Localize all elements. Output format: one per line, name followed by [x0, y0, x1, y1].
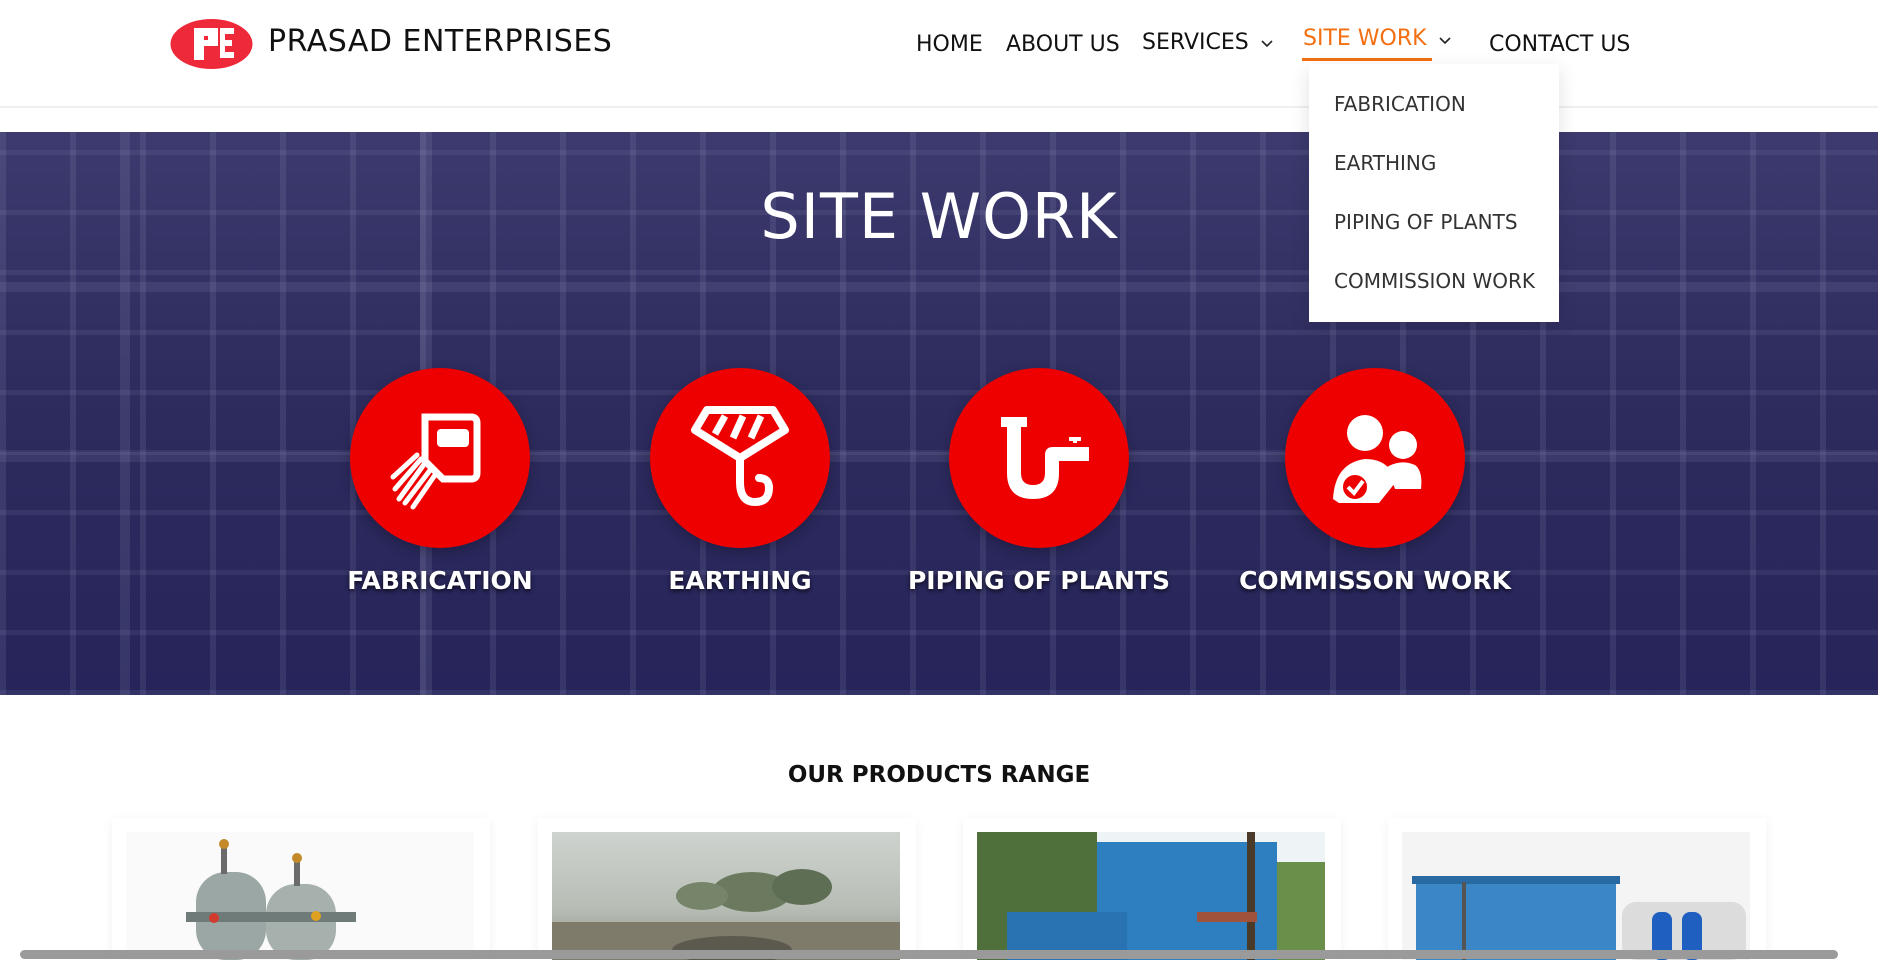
service-card-earthing: EARTHING — [650, 368, 830, 595]
active-nav-underline — [1302, 58, 1432, 61]
dropdown-item-fabrication[interactable]: FABRICATION — [1334, 92, 1466, 116]
card-label-fabrication[interactable]: FABRICATION — [290, 566, 590, 595]
product-image[interactable] — [1402, 832, 1750, 960]
pipe-faucet-icon — [1001, 417, 1089, 499]
horizontal-scrollbar[interactable] — [20, 950, 1838, 959]
dropdown-item-piping[interactable]: PIPING OF PLANTS — [1334, 210, 1518, 234]
service-card-piping: PIPING OF PLANTS — [908, 368, 1170, 595]
welding-shield-icon — [390, 413, 481, 510]
card-label-piping[interactable]: PIPING OF PLANTS — [889, 566, 1189, 595]
chevron-down-icon — [1439, 37, 1451, 45]
commission-circle[interactable] — [1285, 368, 1465, 548]
nav-site-work[interactable]: SITE WORK — [1303, 26, 1453, 51]
site-header: PRASAD ENTERPRISES HOME ABOUT US SERVICE… — [0, 0, 1878, 108]
fabrication-circle[interactable] — [350, 368, 530, 548]
blue-tanks-image — [977, 832, 1325, 960]
nav-services-label: SERVICES — [1142, 30, 1249, 55]
products-section-title: OUR PRODUCTS RANGE — [787, 762, 1091, 788]
dropdown-item-commission[interactable]: COMMISSION WORK — [1334, 269, 1535, 293]
product-image[interactable] — [126, 832, 474, 960]
product-card[interactable] — [1388, 818, 1766, 960]
card-label-commission[interactable]: COMMISSON WORK — [1225, 566, 1525, 595]
nav-home[interactable]: HOME — [916, 32, 983, 57]
hero-banner: SITE WORK FABRICATION EARTHING PIPING OF… — [0, 132, 1878, 695]
service-card-fabrication: FABRICATION — [347, 368, 533, 595]
earthing-circle[interactable] — [650, 368, 830, 548]
pressure-tanks-image — [186, 839, 356, 960]
product-image[interactable] — [977, 832, 1325, 960]
field-tank-image — [552, 869, 900, 960]
nav-services[interactable]: SERVICES — [1142, 30, 1275, 55]
piping-circle[interactable] — [949, 368, 1129, 548]
dropdown-item-earthing[interactable]: EARTHING — [1334, 151, 1436, 175]
site-work-dropdown: FABRICATION EARTHING PIPING OF PLANTS CO… — [1309, 64, 1559, 322]
nav-about-us[interactable]: ABOUT US — [1006, 32, 1120, 57]
treatment-plant-image — [1412, 876, 1746, 960]
users-check-icon — [1333, 415, 1422, 503]
nav-site-work-label: SITE WORK — [1303, 26, 1427, 51]
product-image[interactable] — [552, 832, 900, 960]
crane-hook-icon — [691, 406, 789, 507]
chevron-down-icon — [1261, 40, 1273, 48]
product-card[interactable] — [963, 818, 1341, 960]
product-card[interactable] — [538, 818, 916, 960]
nav-contact-us[interactable]: CONTACT US — [1489, 32, 1630, 57]
product-card[interactable] — [112, 818, 490, 960]
card-label-earthing[interactable]: EARTHING — [590, 566, 890, 595]
main-nav: HOME ABOUT US SERVICES SITE WORK CONTACT… — [0, 26, 1878, 68]
hero-title: SITE WORK — [760, 180, 1118, 253]
service-card-commission: COMMISSON WORK — [1239, 368, 1511, 595]
